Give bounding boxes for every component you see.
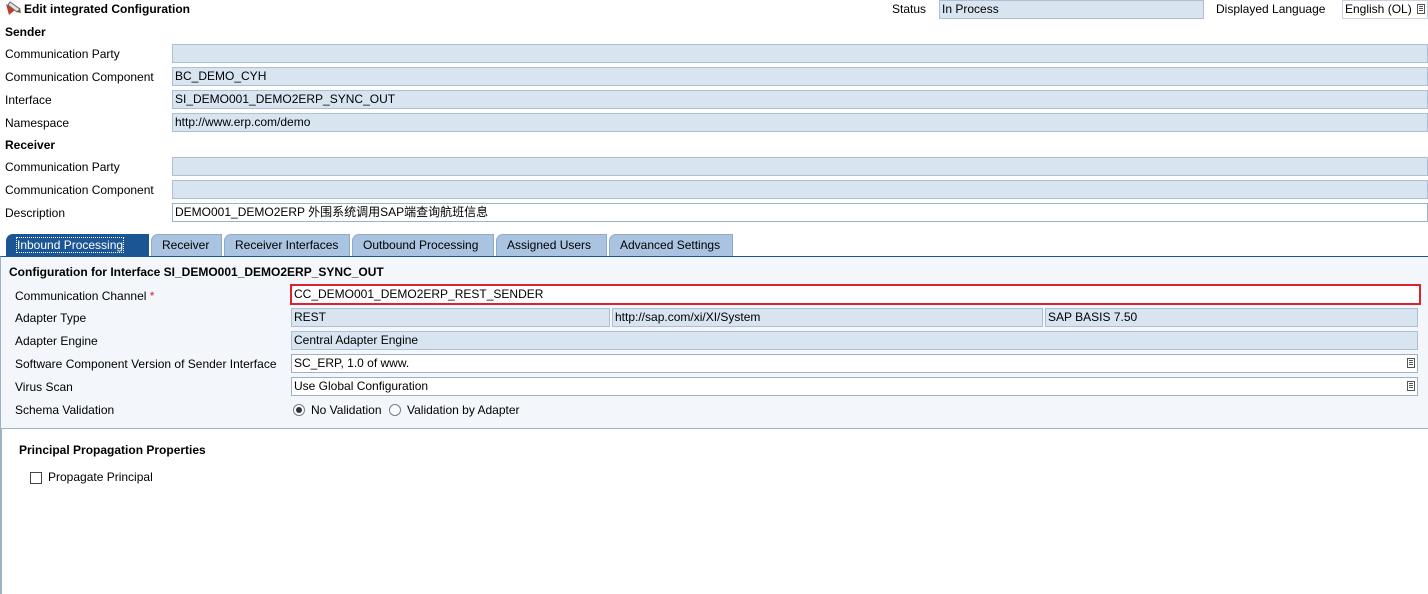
sender-comm-party-field [172, 44, 1428, 63]
description-label: Description [5, 206, 66, 220]
edit-config-icon [4, 1, 22, 17]
sender-interface-value: SI_DEMO001_DEMO2ERP_SYNC_OUT [175, 92, 396, 106]
language-value: English (OL) [1345, 2, 1412, 16]
adapter-swc-field: SAP BASIS 7.50 [1045, 308, 1418, 327]
tab-advanced-settings[interactable]: Advanced Settings [609, 234, 733, 256]
swcv-value: SC_ERP, 1.0 of www. [294, 356, 410, 370]
language-label: Displayed Language [1216, 2, 1326, 16]
comm-channel-label: Communication Channel * [15, 288, 154, 304]
sender-namespace-field: http://www.erp.com/demo [172, 113, 1428, 132]
adapter-engine-label: Adapter Engine [15, 334, 98, 348]
schema-validation-label: Schema Validation [15, 403, 115, 417]
adapter-namespace-value: http://sap.com/xi/XI/System [615, 310, 761, 324]
tab-label: Advanced Settings [620, 238, 721, 252]
tab-receiver[interactable]: Receiver [151, 234, 222, 256]
swcv-label: Software Component Version of Sender Int… [15, 357, 277, 371]
propagate-principal-label: Propagate Principal [48, 470, 153, 484]
sender-heading: Sender [5, 25, 46, 39]
adapter-type-field: REST [291, 308, 610, 327]
dropdown-icon[interactable] [1417, 4, 1425, 14]
inbound-section-title: Configuration for Interface SI_DEMO001_D… [9, 265, 384, 279]
description-value: DEMO001_DEMO2ERP 外围系统调用SAP端查询航班信息 [175, 205, 489, 219]
status-label: Status [892, 2, 927, 16]
status-field: In Process [939, 0, 1204, 19]
adapter-engine-value: Central Adapter Engine [294, 333, 419, 347]
sender-interface-label: Interface [5, 93, 52, 107]
receiver-heading: Receiver [5, 138, 56, 152]
sender-comm-component-value: BC_DEMO_CYH [175, 69, 267, 83]
tab-assigned-users[interactable]: Assigned Users [496, 234, 607, 256]
virus-scan-select[interactable]: Use Global Configuration [291, 377, 1418, 396]
no-validation-label: No Validation [311, 403, 382, 417]
radio-no-validation[interactable] [293, 404, 305, 416]
swcv-select[interactable]: SC_ERP, 1.0 of www. [291, 354, 1418, 373]
tab-label: Assigned Users [507, 238, 592, 252]
propagate-principal-checkbox[interactable] [30, 472, 42, 484]
comm-channel-label-text: Communication Channel [15, 289, 147, 303]
receiver-comm-party-field [172, 157, 1428, 176]
page-title: Edit integrated Configuration [24, 2, 190, 16]
required-marker: * [149, 289, 155, 303]
sender-comm-party-label: Communication Party [5, 47, 120, 61]
language-select[interactable]: English (OL) [1342, 0, 1428, 19]
sender-interface-field: SI_DEMO001_DEMO2ERP_SYNC_OUT [172, 90, 1428, 109]
validation-by-adapter-label: Validation by Adapter [407, 403, 520, 417]
tab-receiver-interfaces[interactable]: Receiver Interfaces [224, 234, 350, 256]
tab-label: Receiver Interfaces [235, 238, 339, 252]
principal-heading: Principal Propagation Properties [19, 443, 206, 457]
tab-label: Outbound Processing [363, 238, 479, 252]
principal-propagation-panel [1, 429, 1428, 594]
adapter-swc-value: SAP BASIS 7.50 [1048, 310, 1138, 324]
receiver-comm-component-field [172, 180, 1428, 199]
tab-label: Receiver [162, 238, 210, 252]
virus-scan-label: Virus Scan [15, 380, 73, 394]
virus-scan-value: Use Global Configuration [294, 379, 429, 393]
dropdown-icon[interactable] [1407, 358, 1415, 368]
comm-channel-field[interactable]: CC_DEMO001_DEMO2ERP_REST_SENDER [290, 284, 1421, 305]
sender-namespace-value: http://www.erp.com/demo [175, 115, 311, 129]
sender-comm-component-field: BC_DEMO_CYH [172, 67, 1428, 86]
adapter-type-value: REST [294, 310, 327, 324]
receiver-comm-party-label: Communication Party [5, 160, 120, 174]
adapter-namespace-field: http://sap.com/xi/XI/System [612, 308, 1043, 327]
adapter-engine-field: Central Adapter Engine [291, 331, 1418, 350]
receiver-comm-component-label: Communication Component [5, 183, 154, 197]
tab-outbound-processing[interactable]: Outbound Processing [352, 234, 494, 256]
status-value: In Process [942, 2, 999, 16]
description-field[interactable]: DEMO001_DEMO2ERP 外围系统调用SAP端查询航班信息 [172, 203, 1428, 222]
tab-label: Inbound Processing [15, 237, 125, 253]
dropdown-icon[interactable] [1407, 381, 1415, 391]
tab-inbound-processing[interactable]: Inbound Processing [6, 234, 149, 256]
adapter-type-label: Adapter Type [15, 311, 87, 325]
radio-validation-by-adapter[interactable] [389, 404, 401, 416]
comm-channel-value: CC_DEMO001_DEMO2ERP_REST_SENDER [294, 287, 544, 301]
sender-namespace-label: Namespace [5, 116, 70, 130]
sender-comm-component-label: Communication Component [5, 70, 154, 84]
